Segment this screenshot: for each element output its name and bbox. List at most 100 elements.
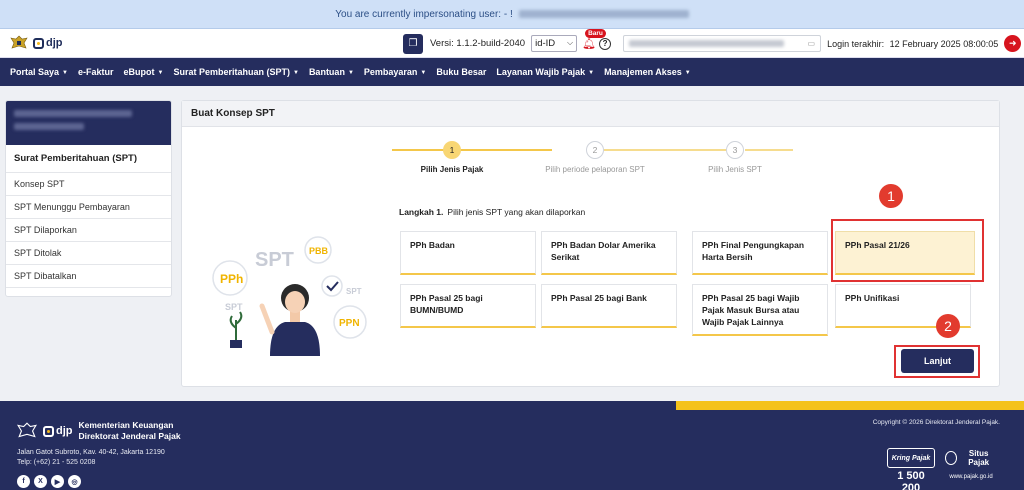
step-number-2: 2 xyxy=(586,141,604,159)
step-label-3: Pilih Jenis SPT xyxy=(708,165,762,174)
help-icon[interactable]: ? xyxy=(599,37,612,50)
main-nav: Portal Saya ▼ e-Faktur eBupot ▼ Surat Pemberi… xyxy=(0,58,1024,86)
last-login-label: Login terakhir: xyxy=(827,38,885,49)
spt-type-card-1[interactable]: PPh Badan Dolar Amerika Serikat xyxy=(541,231,677,275)
situs-pajak-url: www.pajak.go.id xyxy=(949,474,993,480)
step-number-1: 1 xyxy=(443,141,461,159)
create-spt-panel: Buat Konsep SPT 1 Pilih Jenis Pajak 2 Pilih… xyxy=(181,100,1000,387)
footer-org-line1: Kementerian Keuangan xyxy=(78,420,174,430)
chevron-down-icon: ⌵ xyxy=(567,38,574,47)
globe-icon xyxy=(945,451,958,465)
copy-version-icon[interactable]: ❐ xyxy=(403,33,423,54)
panel-title: Buat Konsep SPT xyxy=(182,101,999,127)
spt-type-card-0[interactable]: PPh Badan xyxy=(400,231,536,275)
bell-icon: 🔔︎ xyxy=(582,38,597,50)
footer-copyright: Copyright © 2026 Direktorat Jenderal Paj… xyxy=(872,419,1000,426)
new-badge: Baru xyxy=(585,28,606,38)
garuda-emblem-icon xyxy=(10,35,28,49)
footer-djp-logo-text: djp xyxy=(56,425,73,437)
lanjut-button[interactable]: Lanjut xyxy=(901,349,974,373)
illus-tag-spt-right: SPT xyxy=(346,287,362,296)
spt-type-card-5[interactable]: PPh Pasal 25 bagi Bank xyxy=(541,284,677,328)
caret-down-icon: ▼ xyxy=(62,69,68,76)
notification-bell[interactable]: 🔔︎ Baru xyxy=(581,28,606,52)
sidebar-item-4[interactable]: SPT Dibatalkan xyxy=(6,265,171,288)
stepper-line-1b xyxy=(474,149,552,151)
nav-item-label: Pembayaran xyxy=(363,67,418,77)
footer-phone: Telp: (+62) 21 - 525 0208 xyxy=(17,459,96,466)
footer: djp Kementerian Keuangan Direktorat Jend… xyxy=(0,401,1024,490)
nav-item-1[interactable]: e-Faktur xyxy=(78,67,114,77)
nav-item-7[interactable]: Layanan Wajib Pajak ▼ xyxy=(496,67,594,77)
footer-org-name: Kementerian Keuangan Direktorat Jenderal… xyxy=(79,420,181,442)
spt-type-card-2[interactable]: PPh Final Pengungkapan Harta Bersih xyxy=(692,231,828,275)
taxpayer-id-redacted xyxy=(14,123,84,130)
nav-item-label: Portal Saya xyxy=(10,67,60,77)
footer-address: Jalan Gatot Subroto, Kav. 40-42, Jakarta… xyxy=(17,448,165,468)
kring-pajak-number: 1 500 200 xyxy=(897,470,925,490)
nav-item-8[interactable]: Manajemen Akses ▼ xyxy=(604,67,691,77)
version-info: Versi: 1.1.2-build-2040 xyxy=(430,38,525,49)
sidebar-item-2[interactable]: SPT Dilaporkan xyxy=(6,219,171,242)
nav-item-6[interactable]: Buku Besar xyxy=(436,67,486,77)
spt-illustration: PPh SPT PBB SPT SPT PPN xyxy=(212,236,367,356)
illustration-plant-icon xyxy=(229,311,243,348)
facebook-icon[interactable]: f xyxy=(17,475,30,488)
logout-icon: ➜ xyxy=(1008,38,1017,48)
stepper-line-3 xyxy=(745,149,793,151)
illus-tag-spt-large: SPT xyxy=(255,249,294,271)
last-login-time: 12 February 2025 08:00:05 xyxy=(889,38,999,49)
footer-accent-stripe xyxy=(676,401,1024,410)
top-bar: djp ❐ Versi: 1.1.2-build-2040 id-ID ⌵ 🔔︎… xyxy=(0,28,1024,58)
sidebar-item-0[interactable]: Konsep SPT xyxy=(6,173,171,196)
callout-badge-2: 2 xyxy=(936,314,960,338)
nav-item-label: Surat Pemberitahuan (SPT) xyxy=(173,67,290,77)
language-select[interactable]: id-ID ⌵ xyxy=(531,35,578,52)
footer-brand: djp Kementerian Keuangan Direktorat Jend… xyxy=(17,420,181,442)
version-value: 1.1.2-build-2040 xyxy=(456,38,526,49)
illus-tag-spt-left: SPT xyxy=(225,302,243,312)
sidebar-item-1[interactable]: SPT Menunggu Pembayaran xyxy=(6,196,171,219)
stepper-line-1 xyxy=(392,149,474,151)
sidebar: Surat Pemberitahuan (SPT) Konsep SPT SPT … xyxy=(5,100,172,297)
sidebar-item-3[interactable]: SPT Ditolak xyxy=(6,242,171,265)
sidebar-title: Surat Pemberitahuan (SPT) xyxy=(6,145,171,173)
footer-djp-mark-icon xyxy=(43,425,54,437)
taxpayer-name-redacted xyxy=(14,110,132,117)
nav-item-4[interactable]: Bantuan ▼ xyxy=(309,67,354,77)
djp-logo: djp xyxy=(33,37,63,49)
nav-item-2[interactable]: eBupot ▼ xyxy=(124,67,164,77)
situs-pajak-label: Situs Pajak xyxy=(968,449,990,467)
nav-item-label: e-Faktur xyxy=(77,67,114,77)
djp-mark-icon xyxy=(33,37,44,49)
situs-pajak[interactable]: Situs Pajak www.pajak.go.id xyxy=(945,448,997,480)
youtube-icon[interactable]: ▶ xyxy=(51,475,64,488)
language-value: id-ID xyxy=(535,38,556,49)
nav-item-3[interactable]: Surat Pemberitahuan (SPT) ▼ xyxy=(173,67,298,77)
user-id-field[interactable]: ▭ xyxy=(623,35,822,52)
brand[interactable]: djp xyxy=(10,35,63,51)
nav-item-0[interactable]: Portal Saya ▼ xyxy=(10,67,68,77)
instruction-text: Pilih jenis SPT yang akan dilaporkan xyxy=(447,207,586,217)
spt-type-card-6[interactable]: PPh Pasal 25 bagi Wajib Pajak Masuk Burs… xyxy=(692,284,828,336)
nav-item-label: Manajemen Akses xyxy=(604,67,682,77)
nav-item-5[interactable]: Pembayaran ▼ xyxy=(364,67,426,77)
impersonation-text: You are currently impersonating user: - … xyxy=(335,8,513,20)
nav-item-label: Buku Besar xyxy=(436,67,487,77)
taxpayer-header-redacted xyxy=(6,101,171,145)
caret-down-icon: ▼ xyxy=(684,69,691,76)
callout-badge-1: 1 xyxy=(879,184,903,208)
caret-down-icon: ▼ xyxy=(157,69,164,76)
footer-emblem-icon xyxy=(17,422,37,438)
kring-pajak[interactable]: Kring Pajak 1 500 200 xyxy=(887,448,935,490)
highlight-box-selected-card xyxy=(831,219,984,282)
clipboard-icon[interactable]: ▭ xyxy=(808,39,816,48)
footer-org-line2: Direktorat Jenderal Pajak xyxy=(78,431,181,441)
x-icon[interactable]: X xyxy=(34,475,47,488)
instagram-icon[interactable]: ◎ xyxy=(68,475,81,488)
situs-pajak-logo: Situs Pajak xyxy=(945,448,997,468)
spt-type-card-4[interactable]: PPh Pasal 25 bagi BUMN/BUMD xyxy=(400,284,536,328)
logout-button[interactable]: ➜ xyxy=(1004,35,1022,52)
last-login: Login terakhir: 12 February 2025 08:00:0… xyxy=(827,39,998,49)
version-label: Versi: xyxy=(430,38,454,49)
